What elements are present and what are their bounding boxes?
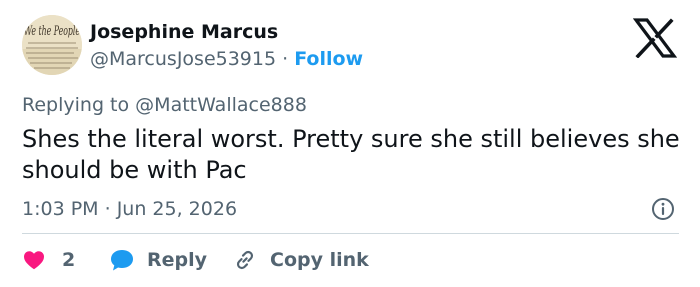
tweet-text: Shes the literal worst. Pretty sure she …	[22, 125, 680, 184]
info-icon[interactable]	[651, 197, 675, 221]
author-name[interactable]: Josephine Marcus	[90, 20, 278, 44]
follow-button[interactable]: Follow	[294, 48, 363, 70]
action-bar: 2 Reply Copy link	[22, 246, 682, 274]
avatar-script-text: We the People	[24, 24, 80, 39]
heart-icon	[24, 251, 44, 270]
link-icon	[236, 250, 254, 270]
replying-to-handle[interactable]: @MattWallace888	[135, 94, 307, 116]
divider	[22, 233, 679, 234]
like-button[interactable]: 2	[22, 246, 75, 274]
like-count: 2	[62, 249, 76, 271]
tweet-timestamp[interactable]: 1:03 PM · Jun 25, 2026	[22, 197, 237, 221]
author-handle[interactable]: @MarcusJose53915	[90, 48, 276, 70]
tweet-date: Jun 25, 2026	[116, 198, 238, 220]
avatar-constitution-image: We the People	[22, 15, 82, 75]
replying-to: Replying to @MattWallace888	[22, 93, 307, 117]
replying-to-prefix: Replying to	[22, 94, 130, 116]
copy-link-button[interactable]: Copy link	[232, 246, 369, 274]
handle-separator: ·	[282, 48, 289, 70]
tweet-time: 1:03 PM	[22, 198, 99, 220]
meta-separator: ·	[104, 198, 111, 220]
reply-button[interactable]: Reply	[109, 246, 207, 274]
copy-link-label: Copy link	[270, 249, 369, 271]
avatar[interactable]: We the People	[22, 15, 82, 75]
reply-bubble-icon	[111, 250, 133, 271]
reply-label: Reply	[147, 249, 208, 271]
author-handle-row: @MarcusJose53915 · Follow	[90, 47, 363, 71]
x-logo-icon[interactable]	[633, 18, 677, 58]
